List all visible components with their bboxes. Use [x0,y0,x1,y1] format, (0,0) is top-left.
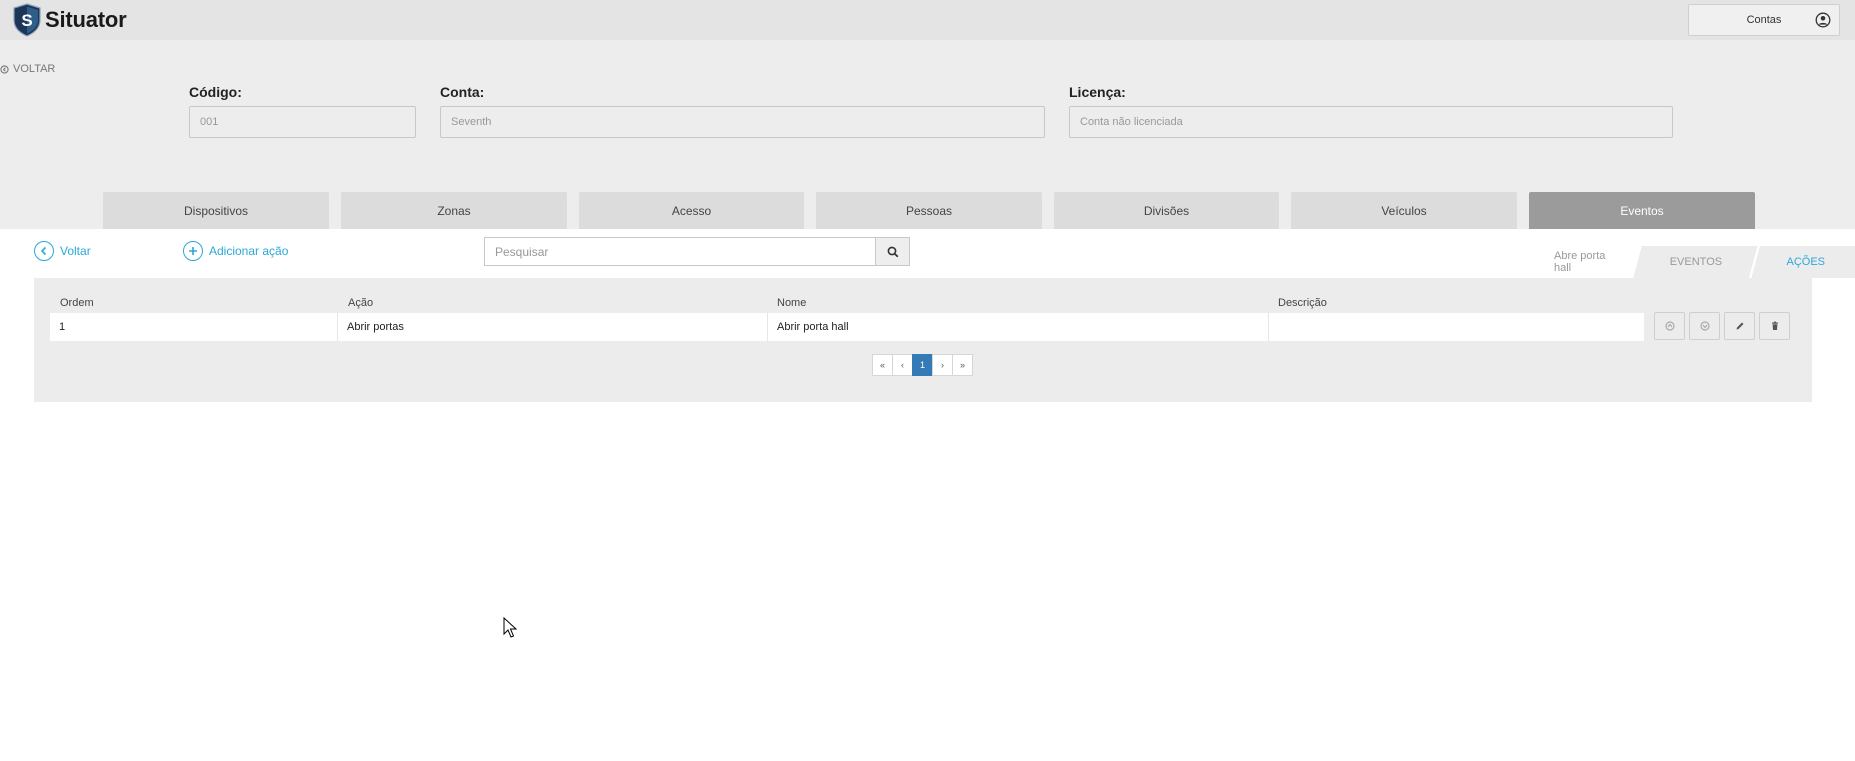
move-up-button[interactable] [1654,312,1685,340]
search-input[interactable]: Pesquisar [484,237,875,266]
app-logo[interactable]: S Situator [12,3,127,37]
back-link-label: VOLTAR [13,63,56,75]
row-actions [1654,312,1790,340]
tab-divisoes[interactable]: Divisões [1054,192,1279,229]
shield-logo-icon: S [13,3,41,37]
add-action-label: Adicionar ação [209,244,289,258]
cell-nome: Abrir porta hall [768,313,1269,341]
column-header-nome: Nome [777,297,807,309]
pagination: « ‹ 1 › » [872,354,973,376]
cell-acao: Abrir portas [338,313,768,341]
app-name: Situator [45,7,127,32]
breadcrumb-separator [1748,246,1761,278]
account-button[interactable]: Contas [1688,4,1840,36]
search-bar: Pesquisar [484,237,910,266]
move-down-button[interactable] [1689,312,1720,340]
search-button[interactable] [875,237,910,266]
trash-icon [1771,321,1778,330]
back-button-label: Voltar [60,244,91,258]
arrow-up-circle-icon [1664,321,1675,331]
tab-eventos[interactable]: Eventos [1529,192,1755,229]
chevron-left-icon [34,241,54,261]
page-prev[interactable]: ‹ [892,354,913,376]
back-link-top[interactable]: VOLTAR [0,63,55,75]
page-first[interactable]: « [872,354,893,376]
actions-table-panel: Ordem Ação Nome Descrição 1 Abrir portas… [34,278,1812,402]
search-icon [887,246,898,257]
licenca-field[interactable]: Conta não licenciada [1069,106,1673,138]
page-last[interactable]: » [952,354,973,376]
cell-ordem: 1 [50,313,338,341]
codigo-field[interactable]: 001 [189,106,416,138]
breadcrumb-separator [1631,246,1644,278]
breadcrumb-current[interactable]: Abre porta hall [1540,246,1632,278]
tab-acesso[interactable]: Acesso [579,192,804,229]
add-action-button[interactable]: Adicionar ação [183,241,288,261]
conta-label: Conta: [440,84,485,100]
table-row[interactable]: 1 Abrir portas Abrir porta hall [50,313,1644,341]
top-bar: S Situator Contas [0,0,1855,40]
arrow-down-circle-icon [1699,321,1710,331]
cell-descricao [1269,313,1644,341]
codigo-label: Código: [189,84,242,100]
user-circle-icon [1815,12,1831,28]
licenca-label: Licença: [1069,84,1126,100]
page-current[interactable]: 1 [912,354,933,376]
mouse-cursor-icon [503,617,517,638]
breadcrumb: Abre porta hall EVENTOS AÇÕES [1540,246,1855,278]
tab-veiculos[interactable]: Veículos [1291,192,1517,229]
back-circle-icon [0,64,9,74]
back-button[interactable]: Voltar [34,241,91,261]
column-header-ordem: Ordem [60,297,94,309]
plus-icon [183,241,203,261]
svg-text:S: S [21,11,32,30]
conta-field[interactable]: Seventh [440,106,1045,138]
account-label: Contas [1746,14,1782,26]
pencil-icon [1736,322,1743,330]
column-header-descricao: Descrição [1278,297,1327,309]
breadcrumb-acoes[interactable]: AÇÕES [1760,246,1855,278]
breadcrumb-eventos[interactable]: EVENTOS [1643,246,1749,278]
page-next[interactable]: › [932,354,953,376]
edit-button[interactable] [1724,312,1755,340]
delete-button[interactable] [1759,312,1790,340]
tab-zonas[interactable]: Zonas [341,192,567,229]
tab-dispositivos[interactable]: Dispositivos [103,192,329,229]
column-header-acao: Ação [348,297,374,309]
tab-pessoas[interactable]: Pessoas [816,192,1042,229]
